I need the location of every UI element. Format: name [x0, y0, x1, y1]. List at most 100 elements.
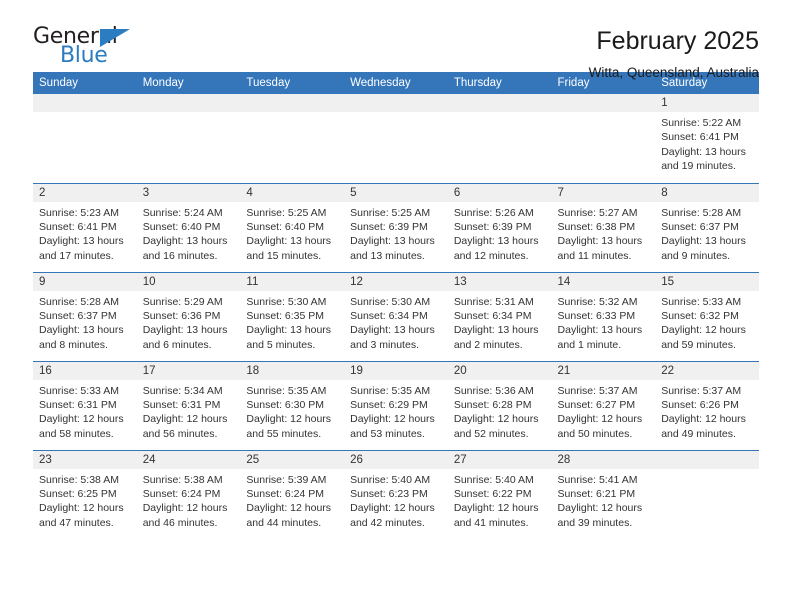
day-cell-content: 2 Sunrise: 5:23 AM Sunset: 6:41 PM Daylight… — [33, 183, 137, 272]
sunrise-text: Sunrise: 5:25 AM — [246, 206, 327, 219]
day-sun-info: Sunrise: 5:22 AM Sunset: 6:41 PM Daylight:… — [655, 112, 759, 174]
sunset-text: Sunset: 6:24 PM — [246, 487, 325, 500]
day-sun-info: Sunrise: 5:33 AM Sunset: 6:32 PM Daylight:… — [655, 291, 759, 353]
calendar-day-cell[interactable]: 25 Sunrise: 5:39 AM Sunset: 6:24 PM Dayligh… — [240, 449, 345, 539]
page-title: February 2025 — [596, 27, 759, 55]
day-cell-content: 28 Sunrise: 5:41 AM Sunset: 6:21 PM Dayligh… — [551, 450, 656, 540]
sunrise-text: Sunrise: 5:41 AM — [557, 473, 638, 486]
day-sun-info: Sunrise: 5:23 AM Sunset: 6:41 PM Daylight:… — [33, 202, 137, 264]
calendar-day-cell[interactable]: 9 Sunrise: 5:28 AM Sunset: 6:37 PM Daylight… — [33, 271, 137, 361]
day-sun-info — [655, 469, 759, 473]
day-sun-info: Sunrise: 5:35 AM Sunset: 6:30 PM Daylight:… — [240, 380, 344, 442]
day-sun-info: Sunrise: 5:26 AM Sunset: 6:39 PM Daylight:… — [448, 202, 552, 264]
day-number — [33, 94, 137, 112]
sunset-text: Sunset: 6:36 PM — [142, 309, 221, 322]
day-number: 22 — [655, 361, 759, 380]
daylight-text: Daylight: 12 hours — [246, 413, 332, 426]
calendar-day-cell[interactable]: 27 Sunrise: 5:40 AM Sunset: 6:22 PM Dayligh… — [447, 449, 552, 539]
day-cell-content: 22 Sunrise: 5:37 AM Sunset: 6:26 PM Dayligh… — [655, 361, 759, 450]
day-sun-info: Sunrise: 5:34 AM Sunset: 6:31 PM Daylight:… — [137, 380, 241, 442]
calendar-day-cell[interactable]: 1 Sunrise: 5:22 AM Sunset: 6:41 PM Daylight… — [655, 94, 759, 183]
sunrise-text: Sunrise: 5:25 AM — [350, 206, 431, 219]
sunset-text: Sunset: 6:24 PM — [142, 487, 221, 500]
sunrise-text: Sunrise: 5:35 AM — [246, 384, 327, 397]
calendar-day-cell[interactable]: 20 Sunrise: 5:36 AM Sunset: 6:28 PM Dayligh… — [447, 360, 552, 450]
day-sun-info: Sunrise: 5:38 AM Sunset: 6:25 PM Daylight:… — [33, 469, 137, 531]
daylight-text: and 17 minutes. — [39, 249, 114, 262]
calendar-day-cell[interactable]: 19 Sunrise: 5:35 AM Sunset: 6:29 PM Dayligh… — [344, 360, 448, 450]
calendar-day-cell[interactable]: 7 Sunrise: 5:27 AM Sunset: 6:38 PM Daylight… — [551, 182, 656, 272]
daylight-text: and 39 minutes. — [557, 516, 633, 529]
day-cell-content: 14 Sunrise: 5:32 AM Sunset: 6:33 PM Dayligh… — [551, 272, 656, 361]
calendar-day-cell[interactable]: 13 Sunrise: 5:31 AM Sunset: 6:34 PM Dayligh… — [447, 271, 552, 361]
calendar-day-cell[interactable]: 17 Sunrise: 5:34 AM Sunset: 6:31 PM Dayligh… — [136, 360, 241, 450]
sunrise-text: Sunrise: 5:37 AM — [557, 384, 638, 397]
sunrise-text: Sunrise: 5:22 AM — [661, 117, 742, 129]
sunrise-text: Sunrise: 5:26 AM — [453, 206, 534, 219]
sunset-text: Sunset: 6:32 PM — [661, 309, 739, 322]
day-number: 8 — [655, 183, 759, 202]
sunset-text: Sunset: 6:41 PM — [39, 220, 117, 233]
sunrise-text: Sunrise: 5:39 AM — [246, 473, 327, 486]
day-number: 18 — [240, 361, 345, 380]
calendar-day-cell[interactable]: 22 Sunrise: 5:37 AM Sunset: 6:26 PM Dayligh… — [655, 360, 759, 450]
calendar-day-cell[interactable]: 8 Sunrise: 5:28 AM Sunset: 6:37 PM Daylight… — [655, 182, 759, 272]
calendar-day-cell[interactable]: 14 Sunrise: 5:32 AM Sunset: 6:33 PM Dayligh… — [551, 271, 656, 361]
day-sun-info — [33, 112, 137, 116]
calendar-day-cell[interactable]: 2 Sunrise: 5:23 AM Sunset: 6:41 PM Daylight… — [33, 182, 137, 272]
weekday-header-sunday: Sunday — [33, 72, 137, 94]
brand-logo[interactable]: General Blue — [33, 26, 143, 72]
daylight-text: Daylight: 13 hours — [453, 324, 539, 337]
daylight-text: and 58 minutes. — [39, 427, 114, 440]
day-number: 7 — [551, 183, 656, 202]
day-number: 10 — [136, 272, 241, 291]
calendar-day-cell[interactable]: 5 Sunrise: 5:25 AM Sunset: 6:39 PM Daylight… — [344, 182, 448, 272]
sunset-text: Sunset: 6:35 PM — [246, 309, 325, 322]
calendar-week-row: 1 Sunrise: 5:22 AM Sunset: 6:41 PM Daylight… — [33, 94, 759, 183]
day-sun-info — [344, 112, 448, 116]
weekday-header-tuesday: Tuesday — [240, 72, 345, 94]
calendar-day-cell[interactable]: 18 Sunrise: 5:35 AM Sunset: 6:30 PM Dayligh… — [240, 360, 345, 450]
daylight-text: and 41 minutes. — [453, 516, 529, 529]
calendar-day-cell[interactable]: 26 Sunrise: 5:40 AM Sunset: 6:23 PM Dayligh… — [344, 449, 448, 539]
calendar-day-cell[interactable]: 10 Sunrise: 5:29 AM Sunset: 6:36 PM Dayligh… — [136, 271, 241, 361]
day-sun-info: Sunrise: 5:30 AM Sunset: 6:35 PM Daylight:… — [240, 291, 344, 353]
daylight-text: Daylight: 13 hours — [246, 235, 332, 248]
sunset-text: Sunset: 6:40 PM — [246, 220, 325, 233]
daylight-text: and 52 minutes. — [453, 427, 529, 440]
sunrise-text: Sunrise: 5:35 AM — [350, 384, 431, 397]
day-number: 2 — [33, 183, 137, 202]
daylight-text: and 12 minutes. — [453, 249, 529, 262]
daylight-text: Daylight: 12 hours — [453, 502, 539, 515]
sunset-text: Sunset: 6:21 PM — [557, 487, 636, 500]
calendar-day-cell[interactable]: 3 Sunrise: 5:24 AM Sunset: 6:40 PM Daylight… — [136, 182, 241, 272]
daylight-text: and 15 minutes. — [246, 249, 322, 262]
calendar-day-cell-empty — [240, 94, 345, 183]
day-cell-content: 1 Sunrise: 5:22 AM Sunset: 6:41 PM Daylight… — [655, 94, 759, 183]
calendar-day-cell[interactable]: 6 Sunrise: 5:26 AM Sunset: 6:39 PM Daylight… — [447, 182, 552, 272]
day-sun-info: Sunrise: 5:33 AM Sunset: 6:31 PM Daylight:… — [33, 380, 137, 442]
sunrise-text: Sunrise: 5:38 AM — [39, 473, 119, 486]
daylight-text: Daylight: 12 hours — [557, 502, 643, 515]
calendar-day-cell[interactable]: 15 Sunrise: 5:33 AM Sunset: 6:32 PM Dayligh… — [655, 271, 759, 361]
calendar-day-cell[interactable]: 21 Sunrise: 5:37 AM Sunset: 6:27 PM Dayligh… — [551, 360, 656, 450]
calendar-day-cell[interactable]: 4 Sunrise: 5:25 AM Sunset: 6:40 PM Daylight… — [240, 182, 345, 272]
calendar-day-cell[interactable]: 12 Sunrise: 5:30 AM Sunset: 6:34 PM Dayligh… — [344, 271, 448, 361]
calendar-day-cell[interactable]: 28 Sunrise: 5:41 AM Sunset: 6:21 PM Dayligh… — [551, 449, 656, 540]
calendar-day-cell[interactable]: 23 Sunrise: 5:38 AM Sunset: 6:25 PM Dayligh… — [33, 449, 137, 540]
day-cell-content: 23 Sunrise: 5:38 AM Sunset: 6:25 PM Dayligh… — [33, 450, 137, 540]
day-sun-info: Sunrise: 5:32 AM Sunset: 6:33 PM Daylight:… — [552, 291, 656, 353]
sunrise-text: Sunrise: 5:33 AM — [39, 384, 119, 397]
calendar-day-cell[interactable]: 24 Sunrise: 5:38 AM Sunset: 6:24 PM Dayligh… — [136, 449, 241, 539]
day-sun-info: Sunrise: 5:35 AM Sunset: 6:29 PM Daylight:… — [344, 380, 448, 442]
day-number: 3 — [136, 183, 241, 202]
sunrise-text: Sunrise: 5:28 AM — [39, 295, 119, 308]
day-cell-content — [136, 94, 241, 183]
daylight-text: and 42 minutes. — [350, 516, 425, 529]
calendar-day-cell[interactable]: 11 Sunrise: 5:30 AM Sunset: 6:35 PM Dayligh… — [240, 271, 345, 361]
day-number — [447, 94, 552, 112]
sunrise-text: Sunrise: 5:29 AM — [142, 295, 223, 308]
sunset-text: Sunset: 6:40 PM — [142, 220, 221, 233]
calendar-week-row: 23 Sunrise: 5:38 AM Sunset: 6:25 PM Dayligh… — [33, 449, 759, 540]
calendar-day-cell[interactable]: 16 Sunrise: 5:33 AM Sunset: 6:31 PM Dayligh… — [33, 360, 137, 450]
